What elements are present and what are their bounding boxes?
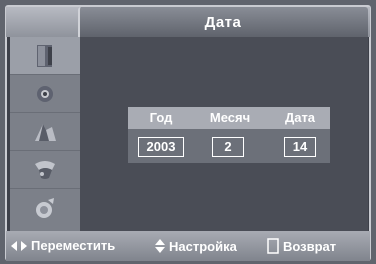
page-title: Дата [204,14,242,31]
osd-menu: Дата Год Месяч Дата 2003 2 14 Переместит… [0,0,376,264]
month-field[interactable]: 2 [212,137,244,157]
menu-button-icon [267,238,279,254]
hint-adjust-label: Настройка [169,238,237,254]
hint-move-label: Переместить [31,238,116,253]
left-right-arrows-icon [11,240,27,251]
setup-icon [35,160,55,179]
month-label: Месяч [209,110,251,125]
year-field[interactable]: 2003 [138,137,184,157]
sidebar-item-picture[interactable] [10,37,80,75]
sidebar [10,37,80,231]
sidebar-item-input[interactable] [10,189,80,227]
hint-back: Возврат [266,238,336,254]
content-area: Год Месяч Дата 2003 2 14 [80,37,368,231]
picture-icon [37,44,52,67]
title-bar: Дата [6,7,370,37]
hint-back-label: Возврат [283,238,337,254]
input-icon [36,198,54,218]
hint-adjust: Настройка [154,238,237,254]
date-panel: Год Месяч Дата 2003 2 14 [128,107,330,163]
sound-icon [37,85,53,102]
hint-move: Переместить [10,238,115,253]
sidebar-item-channel[interactable] [10,113,80,151]
channel-icon [35,123,56,141]
up-down-arrows-icon [155,239,165,253]
date-header: Год Месяч Дата [128,107,330,129]
year-label: Год [149,110,173,125]
day-label: Дата [284,110,316,125]
sidebar-item-setup[interactable] [10,151,80,189]
sidebar-item-sound[interactable] [10,75,80,113]
footer-bar: Переместить Настройка Возврат [6,231,370,261]
day-field[interactable]: 14 [284,137,316,157]
